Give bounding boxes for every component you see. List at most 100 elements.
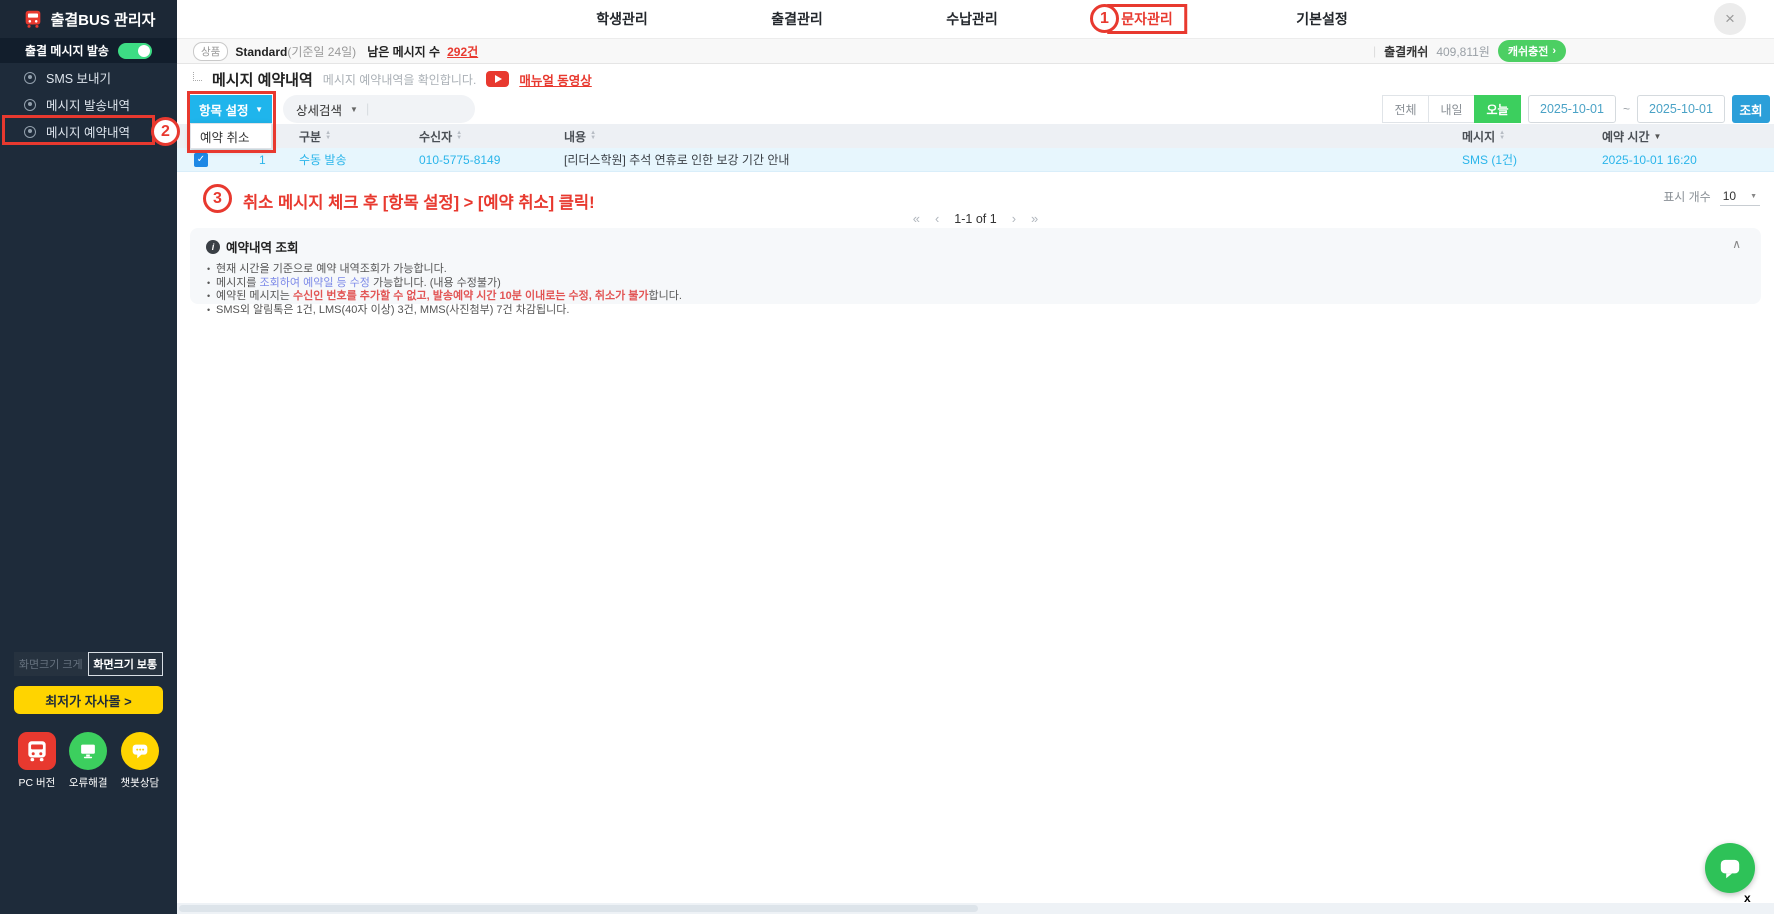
pagination-last-button[interactable]: » xyxy=(1031,211,1038,226)
header-message[interactable]: 메시지▲▼ xyxy=(1448,128,1588,145)
info-box-title: 예약내역 조회 xyxy=(226,237,298,256)
detail-search-label[interactable]: 상세검색 xyxy=(296,100,342,119)
date-to-input[interactable]: 2025-10-01 xyxy=(1637,95,1725,123)
message-send-toggle-row: 출결 메시지 발송 xyxy=(0,38,177,63)
caret-down-icon: ▼ xyxy=(1750,193,1757,200)
display-count-label: 표시 개수 xyxy=(1663,188,1711,205)
row-checkbox[interactable]: ✓ xyxy=(194,153,208,167)
filter-tomorrow-button[interactable]: 내일 xyxy=(1428,95,1475,123)
info-icon: i xyxy=(206,240,220,254)
tab-basic-settings[interactable]: 기본설정 xyxy=(1296,0,1348,38)
item-settings-dropdown[interactable]: 항목 설정 ▼ xyxy=(190,95,272,123)
footer-icon-label: PC 버전 xyxy=(18,775,55,790)
toggle-knob xyxy=(138,45,150,57)
radio-icon xyxy=(24,126,36,138)
cash-label: 출결캐쉬 xyxy=(1384,43,1428,60)
tab-message-mgmt[interactable]: 문자관리 xyxy=(1107,4,1187,34)
header-time[interactable]: 예약 시간▼ xyxy=(1588,128,1774,145)
sidebar-footer: PC 버전 오류해결 챗봇상담 xyxy=(0,732,177,790)
chat-fab-button[interactable] xyxy=(1705,843,1755,893)
pagination-prev-button[interactable]: ‹ xyxy=(935,211,939,226)
info-bullet-list: 현재 시간을 기준으로 예약 내역조회가 가능합니다. 메시지를 조회하여 예약… xyxy=(206,263,1745,317)
filter-all-button[interactable]: 전체 xyxy=(1382,95,1429,123)
tab-payment-mgmt[interactable]: 수납관리 xyxy=(946,0,998,38)
chat-bubble-icon xyxy=(121,732,159,770)
plan-chip: 상품 xyxy=(193,42,228,61)
corner-dotted-icon xyxy=(193,72,202,81)
filter-today-button[interactable]: 오늘 xyxy=(1474,95,1521,123)
check-icon: ✓ xyxy=(197,154,205,165)
plan-note: (기준일 24일) xyxy=(287,45,356,59)
toggle-label: 출결 메시지 발송 xyxy=(25,42,109,59)
close-button[interactable]: × xyxy=(1714,3,1746,35)
row-time[interactable]: 2025-10-01 16:20 xyxy=(1588,153,1774,167)
close-icon: × xyxy=(1725,9,1735,29)
range-tilde: ~ xyxy=(1623,102,1630,116)
detail-search-bar[interactable]: 상세검색 ▼ | xyxy=(283,95,475,123)
sidebar-item-label: 메시지 발송내역 xyxy=(46,95,130,114)
header-receiver[interactable]: 수신자▲▼ xyxy=(405,128,550,145)
tab-student-mgmt[interactable]: 학생관리 xyxy=(596,0,648,38)
chatbot-button[interactable]: 챗봇상담 xyxy=(121,732,160,790)
screen-size-normal-button[interactable]: 화면크기 보통 xyxy=(88,652,164,676)
annotation-step-3-text: 취소 메시지 체크 후 [항목 설정] > [예약 취소] 클릭! xyxy=(243,189,595,213)
pagination-info: 1-1 of 1 xyxy=(954,212,996,226)
sidebar-item-label: SMS 보내기 xyxy=(46,68,111,87)
plan-name: Standard xyxy=(235,45,287,59)
row-type[interactable]: 수동 발송 xyxy=(285,151,405,168)
horizontal-scrollbar[interactable] xyxy=(177,903,1774,914)
remaining-count[interactable]: 292건 xyxy=(447,43,478,60)
caret-down-icon: ▼ xyxy=(350,105,358,114)
top-nav: 학생관리 출결관리 수납관리 문자관리 기본설정 1 × xyxy=(177,0,1774,38)
footer-icon-label: 챗봇상담 xyxy=(121,775,160,790)
sort-icon: ▲▼ xyxy=(325,131,331,141)
header-content[interactable]: 내용▲▼ xyxy=(550,128,1448,145)
search-button[interactable]: 조회 xyxy=(1732,95,1770,123)
sort-icon: ▲▼ xyxy=(1499,131,1505,141)
chevron-right-icon: › xyxy=(1552,45,1556,57)
scrollbar-thumb[interactable] xyxy=(179,905,978,912)
cash-value: 409,811원 xyxy=(1436,43,1490,60)
collapse-chevron-up-icon[interactable]: ∧ xyxy=(1732,237,1741,251)
page-title: 메시지 예약내역 xyxy=(212,69,313,90)
info-box-header: i 예약내역 조회 xyxy=(206,237,1745,256)
cash-status: | 출결캐쉬 409,811원 캐쉬충전 › xyxy=(1373,39,1566,63)
shop-button[interactable]: 최저가 자사몰 > xyxy=(14,686,163,714)
table-header: 구분▲▼ 수신자▲▼ 내용▲▼ 메시지▲▼ 예약 시간▼ xyxy=(177,124,1774,148)
pc-version-button[interactable]: PC 버전 xyxy=(18,732,56,790)
row-content[interactable]: [리더스학원] 추석 연휴로 인한 보강 기간 안내 xyxy=(550,151,1448,168)
app-title: 출결BUS 관리자 xyxy=(51,9,156,30)
caret-down-icon: ▼ xyxy=(255,105,263,114)
page-subtitle: 메시지 예약내역을 확인합니다. xyxy=(323,71,477,88)
row-receiver[interactable]: 010-5775-8149 xyxy=(405,153,550,167)
toolbar-right: 전체 내일 오늘 2025-10-01 ~ 2025-10-01 조회 xyxy=(1383,95,1770,123)
pagination-next-button[interactable]: › xyxy=(1012,211,1016,226)
app-header: 출결BUS 관리자 xyxy=(0,0,177,38)
sort-desc-icon: ▼ xyxy=(1654,132,1662,141)
pagination-first-button[interactable]: « xyxy=(913,211,920,226)
date-from-input[interactable]: 2025-10-01 xyxy=(1528,95,1616,123)
info-box: i 예약내역 조회 ∧ 현재 시간을 기준으로 예약 내역조회가 가능합니다. … xyxy=(190,228,1761,304)
send-toggle[interactable] xyxy=(118,43,152,59)
table-row[interactable]: ✓ 1 수동 발송 010-5775-8149 [리더스학원] 추석 연휴로 인… xyxy=(177,148,1774,172)
date-range-presets: 전체 내일 오늘 xyxy=(1383,95,1521,123)
banner-close-x[interactable]: x xyxy=(1744,891,1751,905)
bus-icon xyxy=(18,732,56,770)
radio-icon xyxy=(24,99,36,111)
radio-icon xyxy=(24,72,36,84)
annotation-step-1: 1 xyxy=(1090,4,1119,33)
row-message[interactable]: SMS (1건) xyxy=(1448,151,1588,168)
row-checkbox-cell: ✓ xyxy=(177,153,245,167)
tab-attendance-mgmt[interactable]: 출결관리 xyxy=(771,0,823,38)
youtube-icon[interactable] xyxy=(486,71,509,87)
divider: | xyxy=(366,102,369,116)
error-help-button[interactable]: 오류해결 xyxy=(69,732,108,790)
sidebar-item-sent-history[interactable]: 메시지 발송내역 xyxy=(0,91,177,118)
screen-size-large-button[interactable]: 화면크기 크게 xyxy=(14,652,88,676)
charge-cash-button[interactable]: 캐쉬충전 › xyxy=(1498,40,1566,62)
menu-item-cancel-reservation[interactable]: 예약 취소 xyxy=(190,123,272,149)
header-type[interactable]: 구분▲▼ xyxy=(285,128,405,145)
manual-video-link[interactable]: 매뉴얼 동영상 xyxy=(519,70,591,89)
display-count-select[interactable]: 10 ▼ xyxy=(1720,187,1760,206)
sidebar-item-sms-send[interactable]: SMS 보내기 xyxy=(0,64,177,91)
